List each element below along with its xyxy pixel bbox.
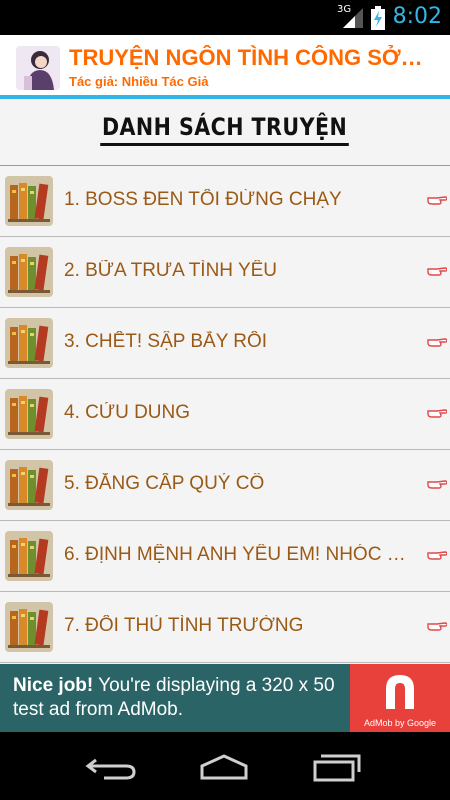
story-title: 2. BỮA TRƯA TÌNH YÊU [64,260,278,281]
app-title: TRUYỆN NGÔN TÌNH CÔNG SỞ… [69,45,423,70]
story-title: 1. BOSS ĐEN TỐI ĐỪNG CHẠY [64,189,342,210]
status-clock: 8:02 [392,4,442,29]
girl-avatar-icon [16,46,60,90]
admob-icon [386,675,414,709]
admob-caption: AdMob by Google [363,718,437,728]
section-header: DANH SÁCH TRUYỆN [0,99,450,166]
story-title: 4. CỬU DUNG [64,402,191,423]
pointing-hand-icon [427,409,447,418]
ad-headline: Nice job! [13,675,94,696]
story-title: 5. ĐẲNG CẤP QUÝ CÔ [64,473,265,494]
pointing-hand-icon [427,480,447,489]
story-list[interactable]: 1. BOSS ĐEN TỐI ĐỪNG CHẠY 2. BỮA TRƯA TÌ… [0,166,450,664]
books-icon [5,247,53,297]
story-title: 6. ĐỊNH MỆNH ANH YÊU EM! NHÓC À… [64,544,409,565]
story-item[interactable]: 1. BOSS ĐEN TỐI ĐỪNG CHẠY [0,166,450,237]
story-item[interactable]: 3. CHẾT! SẬP BẪY RỒI [0,308,450,379]
admob-logo[interactable]: AdMob by Google [350,664,450,732]
pointing-hand-icon [427,196,447,205]
pointing-hand-icon [427,622,447,631]
story-item[interactable]: 6. ĐỊNH MỆNH ANH YÊU EM! NHÓC À… [0,521,450,592]
story-title: 3. CHẾT! SẬP BẪY RỒI [64,331,268,352]
status-bar: 3G 8:02 [0,0,450,35]
story-item[interactable]: 5. ĐẲNG CẤP QUÝ CÔ [0,450,450,521]
signal-icon [343,8,363,28]
home-icon[interactable] [194,752,254,782]
app-author: Tác giả: Nhiều Tác Giả [69,74,209,89]
books-icon [5,176,53,226]
story-list-heading: DANH SÁCH TRUYỆN [0,113,450,146]
back-icon[interactable] [82,752,142,782]
story-item[interactable]: 4. CỬU DUNG [0,379,450,450]
app-icon[interactable] [16,46,60,90]
story-list-heading-text: DANH SÁCH TRUYỆN [100,113,350,146]
action-bar: TRUYỆN NGÔN TÌNH CÔNG SỞ… Tác giả: Nhiều… [0,35,450,99]
books-icon [5,602,53,652]
books-icon [5,460,53,510]
ad-text: Nice job! You're displaying a 320 x 50 t… [13,674,343,722]
ad-banner[interactable]: Nice job! You're displaying a 320 x 50 t… [0,664,450,732]
books-icon [5,389,53,439]
books-icon [5,318,53,368]
story-item[interactable]: 2. BỮA TRƯA TÌNH YÊU [0,237,450,308]
pointing-hand-icon [427,338,447,347]
pointing-hand-icon [427,267,447,276]
story-title: 7. ĐỐI THỦ TÌNH TRƯỜNG [64,615,304,636]
pointing-hand-icon [427,551,447,560]
battery-charging-icon [371,6,385,30]
story-item[interactable]: 7. ĐỐI THỦ TÌNH TRƯỜNG [0,592,450,663]
recent-apps-icon[interactable] [307,752,367,782]
books-icon [5,531,53,581]
navigation-bar [0,732,450,800]
